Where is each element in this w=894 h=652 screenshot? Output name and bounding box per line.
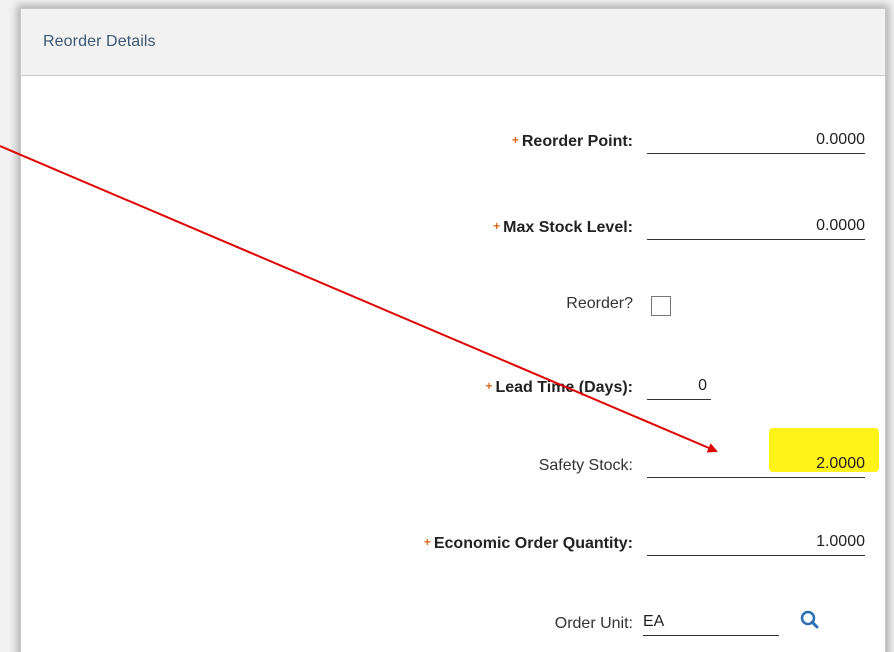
reorder-checkbox[interactable]	[651, 296, 671, 316]
reorder-point-input[interactable]: 0.0000	[647, 127, 865, 154]
max-stock-level-label: + Max Stock Level:	[493, 219, 633, 237]
lead-time-label: + Lead Time (Days):	[485, 379, 633, 397]
safety-stock-input[interactable]: 2.0000	[647, 451, 865, 478]
max-stock-level-value: 0.0000	[816, 217, 865, 234]
reorder-details-panel: Reorder Details + Reorder Point: 0.0000 +…	[20, 8, 886, 652]
order-unit-label: Order Unit:	[554, 615, 633, 632]
lead-time-input[interactable]: 0	[647, 373, 711, 400]
max-stock-level-label-text: Max Stock Level:	[503, 219, 633, 236]
required-marker: +	[485, 379, 493, 393]
economic-order-quantity-value: 1.0000	[816, 533, 865, 550]
panel-title: Reorder Details	[43, 33, 156, 50]
lead-time-label-text: Lead Time (Days):	[495, 379, 633, 396]
reorder-point-label-text: Reorder Point:	[521, 133, 633, 150]
safety-stock-value: 2.0000	[816, 455, 865, 472]
search-icon-glyph	[800, 610, 819, 629]
economic-order-quantity-label: + Economic Order Quantity:	[424, 535, 633, 553]
order-unit-input[interactable]: EA	[643, 609, 779, 636]
required-marker: +	[493, 219, 501, 233]
required-marker: +	[511, 133, 519, 147]
order-unit-value: EA	[643, 613, 665, 630]
max-stock-level-input[interactable]: 0.0000	[647, 213, 865, 240]
economic-order-quantity-input[interactable]: 1.0000	[647, 529, 865, 556]
panel-header: Reorder Details	[21, 9, 885, 76]
safety-stock-label: Safety Stock:	[538, 457, 633, 474]
required-marker: +	[423, 535, 431, 549]
lead-time-value: 0	[698, 377, 707, 394]
reorder-point-label: + Reorder Point:	[512, 133, 633, 151]
screenshot-stage: Reorder Details + Reorder Point: 0.0000 +…	[0, 0, 894, 652]
reorder-point-value: 0.0000	[816, 131, 865, 148]
search-icon[interactable]	[799, 609, 823, 633]
reorder-flag-label: Reorder?	[566, 295, 633, 312]
economic-order-quantity-label-text: Economic Order Quantity:	[433, 535, 633, 552]
